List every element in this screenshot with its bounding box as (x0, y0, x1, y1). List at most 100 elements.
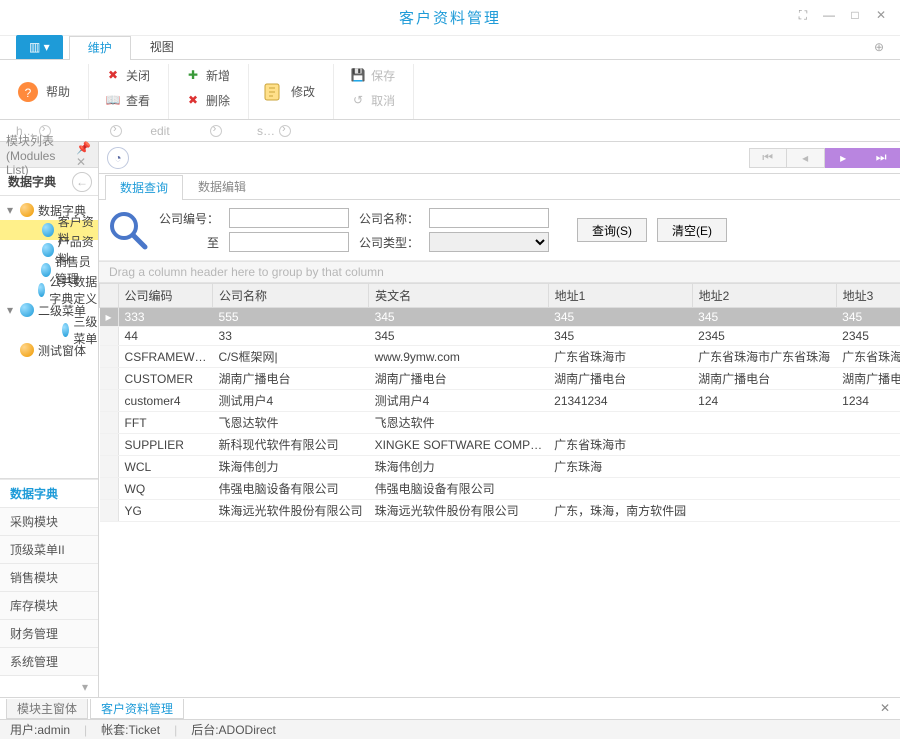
expand-icon[interactable]: ▾ (4, 203, 16, 217)
pin-icon[interactable]: 📌 ✕ (76, 141, 92, 169)
cell[interactable]: 2345 (692, 327, 836, 346)
ribbon-tab-maintain[interactable]: 维护 (69, 36, 131, 60)
cell[interactable]: 飞恩达软件 (369, 412, 549, 434)
table-row[interactable]: SUPPLIER新科现代软件有限公司XINGKE SOFTWARE COMP…广… (100, 434, 900, 456)
launcher-icon[interactable] (210, 125, 222, 137)
cell[interactable]: 广东省珠海市 (548, 346, 692, 368)
query-button[interactable]: 查询(S) (577, 218, 647, 242)
cell[interactable]: 345 (369, 327, 549, 346)
table-row[interactable]: CUSTOMER湖南广播电台湖南广播电台湖南广播电台湖南广播电台湖南广播电 (100, 368, 900, 390)
minimize-button[interactable]: — (816, 4, 842, 26)
cell[interactable]: XINGKE SOFTWARE COMP… (369, 434, 549, 456)
company-code-to-input[interactable] (229, 232, 349, 252)
cell[interactable] (692, 456, 836, 478)
cell[interactable]: 345 (836, 308, 900, 327)
ribbon-tab-view[interactable]: 视图 (131, 35, 193, 59)
cell[interactable]: 湖南广播电 (836, 368, 900, 390)
cell[interactable]: 广东省珠海市 (548, 434, 692, 456)
cell[interactable]: 伟强电脑设备有限公司 (213, 478, 369, 500)
clear-button[interactable]: 清空(E) (657, 218, 727, 242)
doc-tab-main[interactable]: 模块主窗体 (6, 699, 88, 719)
sidebar-group[interactable]: 数据字典 (0, 479, 98, 507)
nav-last-button[interactable]: ⏭ (863, 148, 900, 168)
cell[interactable]: CSFRAMEW… (118, 346, 213, 368)
cell[interactable]: 33 (213, 327, 369, 346)
table-row[interactable]: FFT飞恩达软件飞恩达软件 (100, 412, 900, 434)
cell[interactable]: 珠海伟创力 (213, 456, 369, 478)
cell[interactable]: C/S框架网| (213, 346, 369, 368)
cell[interactable]: 124 (692, 390, 836, 412)
cell[interactable] (836, 478, 900, 500)
cell[interactable]: 2345 (836, 327, 900, 346)
sidebar-group[interactable]: 库存模块 (0, 591, 98, 619)
cell[interactable]: 珠海远光软件股份有限公司 (369, 500, 549, 522)
cell[interactable] (836, 412, 900, 434)
close-button[interactable]: ✖关闭 (101, 64, 154, 86)
cell[interactable]: 湖南广播电台 (213, 368, 369, 390)
company-code-from-input[interactable] (229, 208, 349, 228)
column-header[interactable]: 地址3 (836, 284, 900, 308)
delete-button[interactable]: ✖删除 (181, 89, 234, 111)
cell[interactable] (548, 478, 692, 500)
modify-button[interactable]: 修改 (261, 80, 315, 104)
cell[interactable]: WCL (118, 456, 213, 478)
sidebar-group[interactable]: 采购模块 (0, 507, 98, 535)
column-header[interactable]: 地址2 (692, 284, 836, 308)
cell[interactable]: WQ (118, 478, 213, 500)
cell[interactable]: 44 (118, 327, 213, 346)
group-by-hint[interactable]: Drag a column header here to group by th… (99, 261, 900, 283)
ribbon-file-button[interactable]: ▥ ▾ (16, 35, 63, 59)
cell[interactable]: 珠海远光软件股份有限公司 (213, 500, 369, 522)
sidebar-more-button[interactable]: ▾ (0, 675, 98, 697)
column-header[interactable]: 公司名称 (213, 284, 369, 308)
focus-mode-icon[interactable]: ⛶ (790, 4, 816, 26)
table-row[interactable]: 443334534523452345 (100, 327, 900, 346)
cell[interactable]: 飞恩达软件 (213, 412, 369, 434)
cell[interactable]: 333 (118, 308, 213, 327)
table-row[interactable]: CSFRAMEW…C/S框架网|www.9ymw.com广东省珠海市广东省珠海市… (100, 346, 900, 368)
column-header[interactable]: 公司编码 (118, 284, 213, 308)
tab-data-edit[interactable]: 数据编辑 (183, 174, 261, 199)
cell[interactable]: 湖南广播电台 (548, 368, 692, 390)
cell[interactable] (548, 412, 692, 434)
company-name-input[interactable] (429, 208, 549, 228)
table-row[interactable]: YG珠海远光软件股份有限公司珠海远光软件股份有限公司广东，珠海，南方软件园 (100, 500, 900, 522)
company-type-select[interactable] (429, 232, 549, 252)
cell[interactable]: 345 (548, 308, 692, 327)
cell[interactable]: 湖南广播电台 (692, 368, 836, 390)
sidebar-group[interactable]: 销售模块 (0, 563, 98, 591)
nav-first-button[interactable]: ⏮ (749, 148, 787, 168)
column-header[interactable]: 地址1 (548, 284, 692, 308)
cell[interactable]: 21341234 (548, 390, 692, 412)
cell[interactable] (692, 412, 836, 434)
help-button[interactable]: ? 帮助 (16, 80, 70, 104)
sidebar-group[interactable]: 财务管理 (0, 619, 98, 647)
cell[interactable]: 345 (548, 327, 692, 346)
cell[interactable]: 伟强电脑设备有限公司 (369, 478, 549, 500)
data-grid[interactable]: 公司编码公司名称英文名地址1地址2地址3▸3335553453453453454… (99, 283, 900, 697)
close-window-button[interactable]: ✕ (868, 4, 894, 26)
column-header[interactable]: 英文名 (369, 284, 549, 308)
sidebar-group[interactable]: 系统管理 (0, 647, 98, 675)
expand-icon[interactable]: ▾ (4, 303, 16, 317)
launcher-icon[interactable] (110, 125, 122, 137)
cell[interactable]: FFT (118, 412, 213, 434)
add-button[interactable]: ✚新增 (181, 64, 234, 86)
cell[interactable]: 湖南广播电台 (369, 368, 549, 390)
tree-node[interactable]: 测试窗体 (0, 340, 98, 360)
cell[interactable]: customer4 (118, 390, 213, 412)
doc-tab-customer[interactable]: 客户资料管理 (90, 699, 184, 719)
cell[interactable]: SUPPLIER (118, 434, 213, 456)
cell[interactable] (692, 500, 836, 522)
tab-data-query[interactable]: 数据查询 (105, 175, 183, 200)
cell[interactable] (692, 478, 836, 500)
cell[interactable] (836, 434, 900, 456)
cell[interactable]: 1234 (836, 390, 900, 412)
table-row[interactable]: customer4测试用户4测试用户4213412341241234 (100, 390, 900, 412)
cell[interactable] (836, 456, 900, 478)
cell[interactable]: 555 (213, 308, 369, 327)
cell[interactable]: 测试用户4 (369, 390, 549, 412)
view-button[interactable]: 📖查看 (101, 89, 154, 111)
nav-prev-button[interactable]: ◂ (787, 148, 825, 168)
sidebar-group[interactable]: 顶级菜单II (0, 535, 98, 563)
